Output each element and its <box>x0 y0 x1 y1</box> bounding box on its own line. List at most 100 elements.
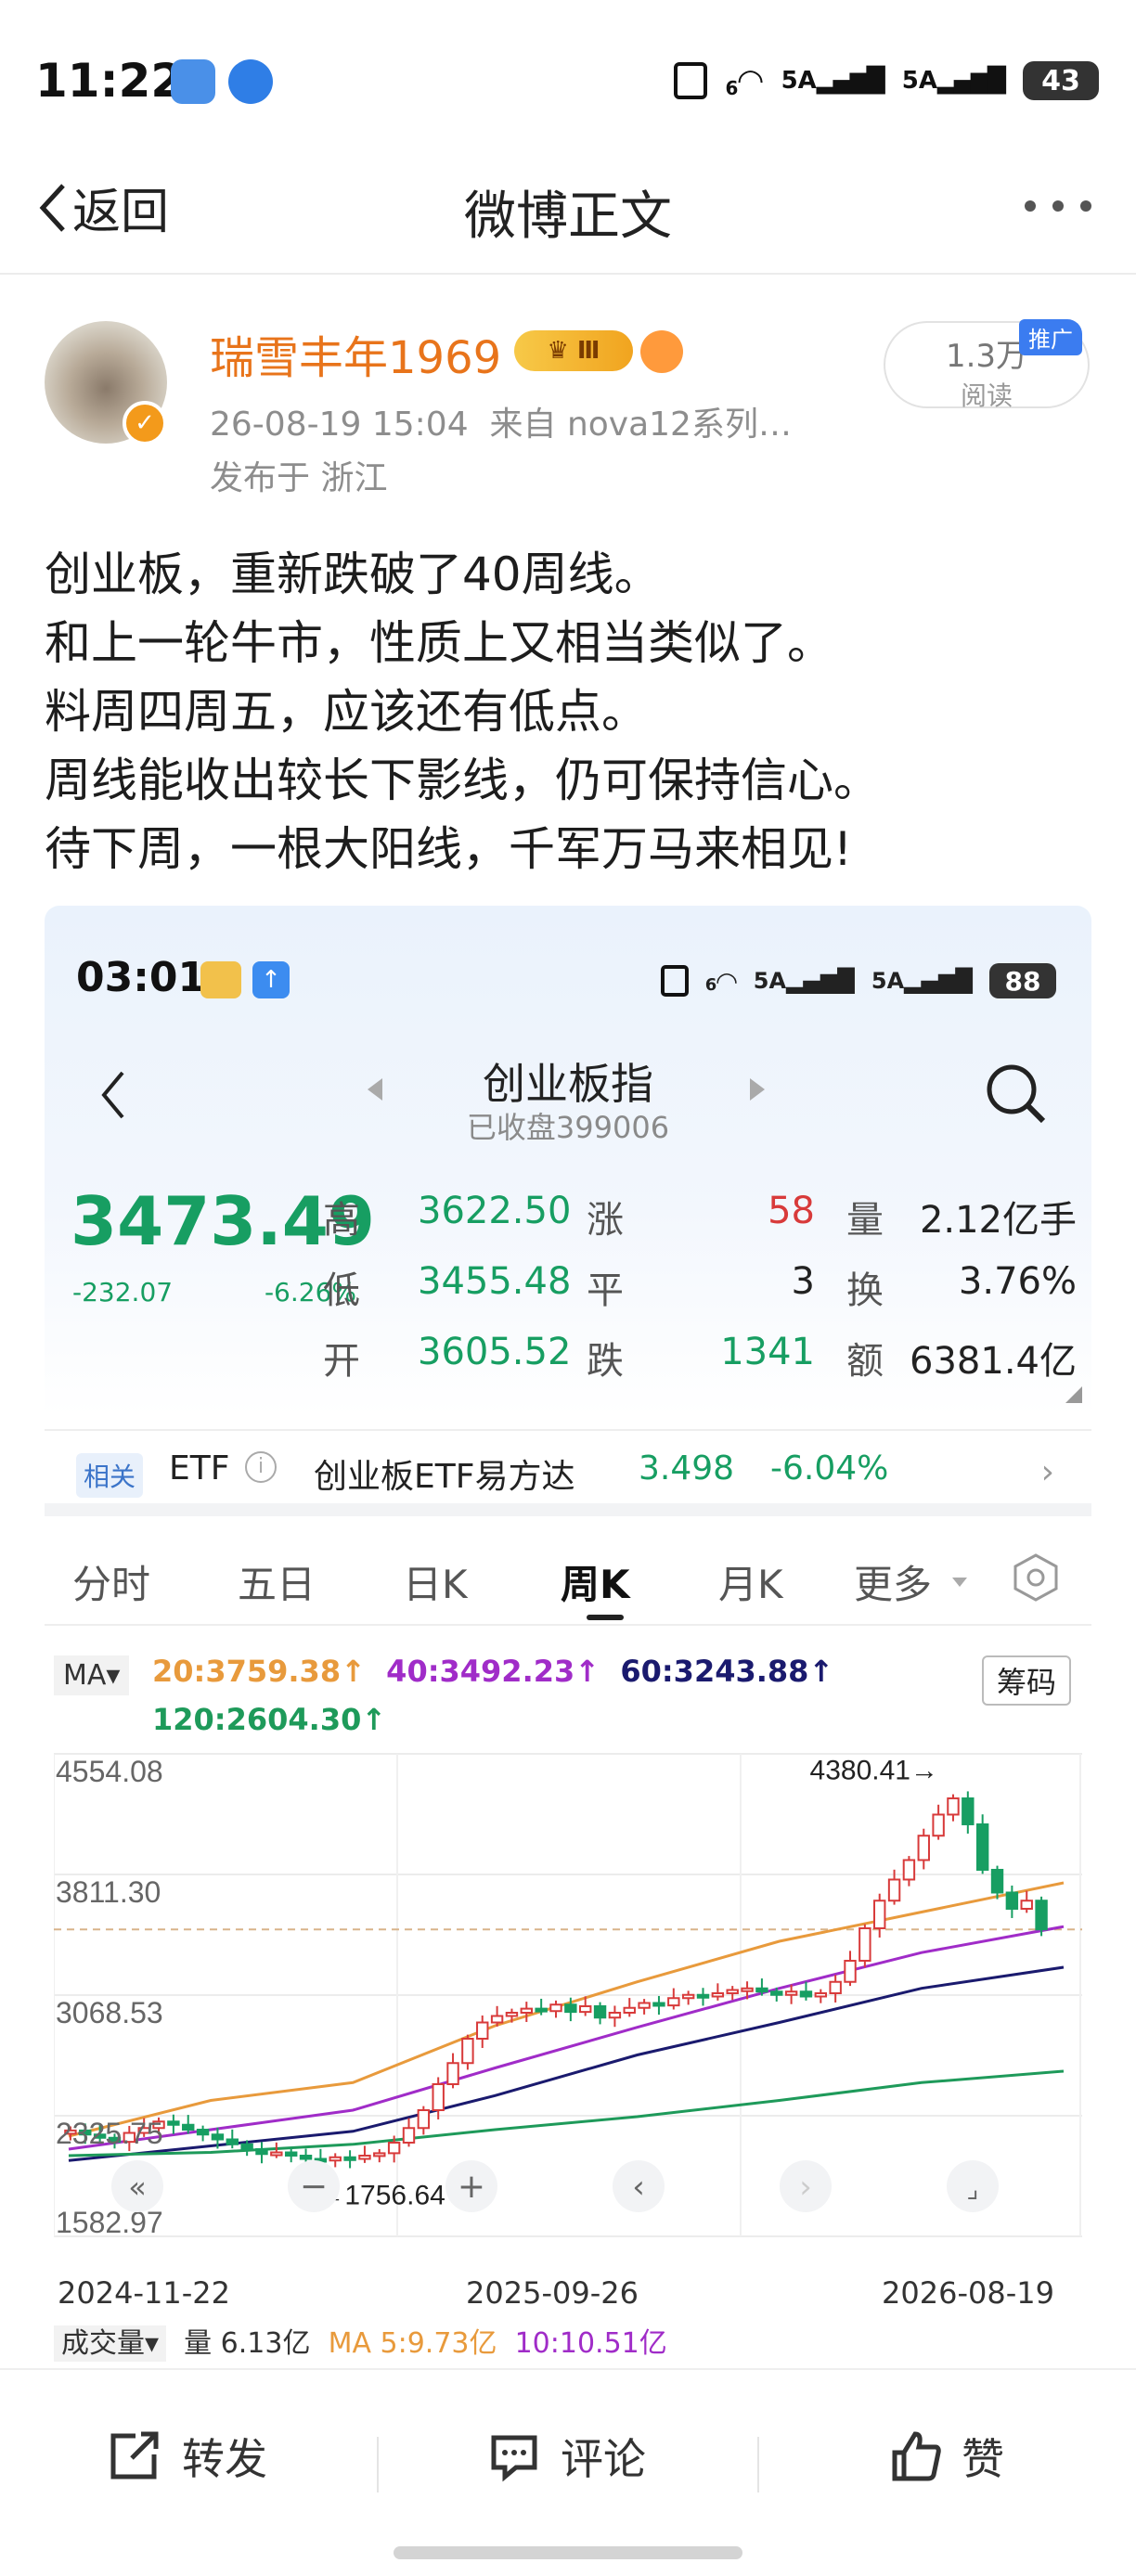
ma-legend-row1: 20:3759.38↑ 40:3492.23↑ 60:3243.88↑ <box>152 1654 833 1689</box>
caret-down-icon <box>952 1578 967 1587</box>
tab-five-day[interactable]: 五日 <box>238 1553 316 1610</box>
repost-button[interactable]: 转发 <box>108 2426 267 2487</box>
candle-body <box>1005 1891 1019 1910</box>
fullscreen-icon[interactable]: ⌟ <box>947 2160 999 2212</box>
post-location: 发布于 浙江 <box>210 459 388 497</box>
more-options-icon[interactable] <box>1025 200 1091 212</box>
tab-monthly-k[interactable]: 月K <box>718 1553 783 1610</box>
quote-open: 3605.52 <box>418 1331 572 1373</box>
candle-body <box>711 1991 725 1998</box>
inner-status-time: 03:01 <box>76 954 207 1001</box>
reads-label: 阅读 <box>960 380 1013 411</box>
wifi-label: 6 <box>725 77 739 99</box>
candle-body <box>535 2007 548 2013</box>
signal-icon-2: 5A▂▄▆█ <box>901 67 1006 95</box>
active-tab-indicator <box>587 1615 624 1620</box>
quote-high-label: 高 <box>323 1199 360 1242</box>
candle-body <box>505 2011 519 2017</box>
post-timestamp: 26-08-19 15:04 <box>210 406 469 444</box>
etf-label: ETF <box>169 1449 230 1488</box>
expand-corner-icon[interactable] <box>1065 1386 1082 1403</box>
candle-body <box>902 1859 916 1881</box>
zoom-out-left-icon[interactable]: « <box>111 2160 163 2212</box>
candle-body <box>240 2143 253 2151</box>
quote-vol-label: 量 <box>846 1199 884 1242</box>
quote-high: 3622.50 <box>418 1190 572 1232</box>
tab-daily-k[interactable]: 日K <box>403 1553 468 1610</box>
tab-more[interactable]: 更多 <box>854 1553 932 1610</box>
comment-label: 评论 <box>561 2434 646 2484</box>
chevron-right-icon[interactable]: › <box>1041 1453 1054 1491</box>
fan-badge-icon[interactable] <box>640 330 683 373</box>
post-source[interactable]: 来自 nova12系列… <box>490 406 792 444</box>
candle-body <box>1035 1900 1048 1931</box>
vip-crown-icon[interactable]: ♛ Ⅲ <box>514 330 633 371</box>
candle-body <box>387 2142 401 2155</box>
weekly-k-chart[interactable]: 4554.08 3811.30 3068.53 2325.75 1582.97 4380.… <box>54 1735 1082 2277</box>
candle-body <box>784 1990 798 1996</box>
candle-body <box>343 2156 356 2161</box>
ma120-legend: 120:2604.30↑ <box>152 1702 387 1737</box>
candle-body <box>476 2021 489 2040</box>
quote-turnover-label: 换 <box>846 1269 884 1312</box>
search-icon[interactable] <box>984 1062 1049 1127</box>
candle-body <box>667 1997 680 2007</box>
zoom-in-icon[interactable]: + <box>445 2160 497 2212</box>
candle-body <box>373 2152 386 2157</box>
svg-text:+: + <box>458 2168 485 2206</box>
ma-selector[interactable]: MA▾ <box>54 1655 130 1695</box>
battery-icon: 43 <box>1023 61 1099 100</box>
x-tick-start: 2024-11-22 <box>58 2275 230 2311</box>
inner-battery-icon: 88 <box>989 963 1056 998</box>
like-button[interactable]: 赞 <box>889 2426 1004 2487</box>
candle-body <box>461 2037 474 2065</box>
index-title: 创业板指 <box>483 1059 653 1109</box>
chips-button[interactable]: 筹码 <box>981 1655 1071 1706</box>
inner-wifi-label: 6 <box>704 974 717 995</box>
hexagon-settings-icon[interactable] <box>1010 1552 1062 1604</box>
candle-body <box>270 2151 283 2157</box>
candle-body <box>755 1987 768 1993</box>
pan-right-icon[interactable]: › <box>780 2160 832 2212</box>
tab-intraday[interactable]: 分时 <box>72 1553 150 1610</box>
upload-icon: ↑ <box>252 961 290 998</box>
inner-signal-icon-1: 5A▂▄▆█ <box>753 968 855 994</box>
tab-weekly-k[interactable]: 周K <box>561 1553 630 1610</box>
pan-left-icon[interactable]: ‹ <box>613 2160 665 2212</box>
related-etf-row[interactable]: 相关 ETF i 创业板ETF易方达 3.498 -6.04% › <box>45 1429 1091 1516</box>
next-index-icon[interactable] <box>750 1078 765 1101</box>
candle-body <box>329 2156 342 2162</box>
inner-signal-icon-2: 5A▂▄▆█ <box>871 968 973 994</box>
quote-flat-label: 平 <box>587 1269 624 1312</box>
post-image[interactable]: 03:01 ↑ 6◠ 5A▂▄▆█ 5A▂▄▆█ 88 创业板指 已收盘3990… <box>45 906 1091 2366</box>
candle-body <box>196 2129 210 2136</box>
quote-down-count: 1341 <box>720 1331 815 1373</box>
post-meta: 26-08-19 15:04 来自 nova12系列… <box>210 397 792 445</box>
candle-body <box>284 2151 298 2157</box>
info-icon[interactable]: i <box>245 1451 277 1483</box>
candle-body <box>226 2138 239 2145</box>
y-tick-label: 1582.97 <box>56 2206 163 2239</box>
comment-icon <box>491 2435 537 2482</box>
candle-body <box>814 1991 828 1998</box>
comment-button[interactable]: 评论 <box>488 2426 646 2487</box>
zoom-out-icon[interactable]: − <box>288 2160 340 2212</box>
home-indicator <box>394 2546 742 2559</box>
max-annotation: 4380.41→ <box>810 1755 938 1785</box>
verified-badge-icon: ✓ <box>123 401 167 445</box>
volume-selector[interactable]: 成交量▾ <box>54 2325 167 2362</box>
vip-level: Ⅲ <box>576 337 600 365</box>
quote-up-label: 涨 <box>587 1199 624 1242</box>
candle-body <box>975 1823 989 1871</box>
volume-ma10: 10:10.51亿 <box>514 2327 667 2360</box>
post-line: 创业板，重新跌破了40周线。 <box>45 547 661 601</box>
nfc-icon <box>673 62 707 99</box>
candle-body <box>844 1959 857 1983</box>
candle-body <box>726 1989 739 1994</box>
etf-tag: 相关 <box>76 1453 144 1498</box>
author-name[interactable]: 瑞雪丰年1969 <box>210 321 501 386</box>
y-tick-label: 3068.53 <box>56 1996 163 2029</box>
quote-volume: 2.12亿手 <box>919 1199 1077 1242</box>
candle-body <box>211 2133 225 2141</box>
promote-badge[interactable]: 推广 <box>1019 319 1082 355</box>
